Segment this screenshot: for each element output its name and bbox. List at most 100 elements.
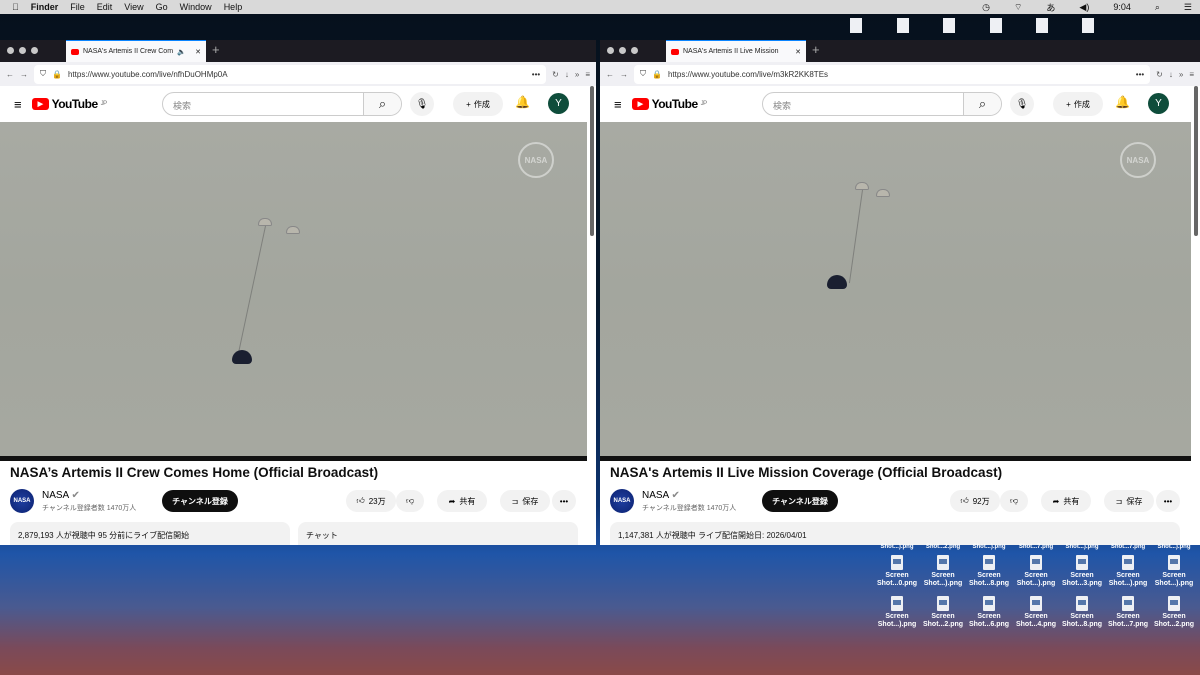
menu-file[interactable]: File [70, 2, 85, 12]
file-icon[interactable] [897, 18, 909, 33]
shield-icon[interactable]: ⛉ [40, 69, 46, 79]
file-icon[interactable] [990, 18, 1002, 33]
bell-icon[interactable]: 🔔 [1115, 95, 1130, 109]
desktop-file[interactable]: Screen Shot...0.png [874, 555, 920, 588]
channel-avatar[interactable]: NASA [10, 489, 34, 513]
menu-go[interactable]: Go [156, 2, 168, 12]
menu-help[interactable]: Help [224, 2, 243, 12]
page-actions-icon[interactable]: ••• [532, 70, 540, 79]
file-icon[interactable] [943, 18, 955, 33]
desktop-file[interactable]: Screen Shot...).png [1151, 555, 1197, 588]
save-button[interactable]: ⊐ 保存 [500, 490, 550, 512]
close-tab-icon[interactable]: ✕ [795, 48, 801, 56]
desktop-file[interactable]: Screen Shot...6.png [966, 596, 1012, 629]
downloads-icon[interactable]: ↓ [565, 70, 569, 79]
microphone-icon[interactable]: 🎙 [410, 92, 434, 116]
desktop-file-label[interactable]: Shot...).png [1151, 543, 1197, 551]
back-button[interactable]: ← [6, 70, 14, 79]
zoom-window-button[interactable] [31, 47, 38, 54]
browser-tab[interactable]: NASA's Artemis II Live Mission ✕ [666, 40, 806, 62]
file-icon[interactable] [1036, 18, 1048, 33]
channel-name[interactable]: NASA ✔ [642, 490, 680, 501]
address-bar[interactable]: ⛉ 🔒 https://www.youtube.com/live/nfhDuOHMp… [34, 64, 547, 84]
control-center-icon[interactable]: ☰ [1184, 2, 1192, 13]
dislike-button[interactable]: 👎︎ [396, 490, 424, 512]
desktop-file[interactable]: Screen Shot...).png [1013, 555, 1059, 588]
share-button[interactable]: ➦ 共有 [437, 490, 487, 512]
youtube-logo[interactable]: ▶ YouTube JP [631, 97, 707, 111]
search-icon[interactable]: ⌕ [963, 93, 1001, 115]
new-tab-button[interactable]: + [212, 42, 220, 57]
apple-menu-icon[interactable]:  [12, 2, 19, 12]
menu-edit[interactable]: Edit [97, 2, 113, 12]
subscribe-button[interactable]: チャンネル登録 [762, 490, 838, 512]
close-window-button[interactable] [7, 47, 14, 54]
close-tab-icon[interactable]: ✕ [195, 48, 201, 56]
reload-button[interactable]: ↻ [1156, 70, 1163, 79]
file-icon[interactable] [850, 18, 862, 33]
create-button[interactable]: + 作成 [1053, 92, 1103, 116]
clock[interactable]: 9:04 [1113, 2, 1131, 12]
back-button[interactable]: ← [606, 70, 614, 79]
search-input[interactable]: 検索 [163, 93, 363, 115]
hamburger-menu-icon[interactable]: ≡ [14, 97, 22, 112]
forward-button[interactable]: → [20, 70, 28, 79]
menu-view[interactable]: View [124, 2, 143, 12]
desktop-file-label[interactable]: Shot...).png [966, 543, 1012, 551]
like-button[interactable]: 👍︎ 92万 [950, 490, 1000, 512]
menu-window[interactable]: Window [180, 2, 212, 12]
time-machine-icon[interactable]: ◷ [982, 2, 990, 13]
desktop-file-label[interactable]: Shot...2.png [920, 543, 966, 551]
channel-avatar[interactable]: NASA [610, 489, 634, 513]
url-text[interactable]: https://www.youtube.com/live/m3kR2KK8TEs [668, 70, 828, 79]
more-actions-button[interactable]: ••• [552, 490, 576, 512]
hamburger-menu-icon[interactable]: ≡ [614, 97, 622, 112]
avatar[interactable]: Y [548, 93, 569, 114]
file-icon[interactable] [1082, 18, 1094, 33]
description-box[interactable]: 1,147,381 人が視聴中 ライブ配信開始日: 2026/04/01 [610, 522, 1180, 545]
window-controls[interactable] [7, 47, 38, 54]
desktop-file-label[interactable]: Shot...7.png [1013, 543, 1059, 551]
audio-icon[interactable]: 🔈 [177, 48, 186, 56]
subscribe-button[interactable]: チャンネル登録 [162, 490, 238, 512]
video-player[interactable]: NASA [0, 122, 587, 456]
forward-button[interactable]: → [620, 70, 628, 79]
scrollbar[interactable] [590, 86, 594, 236]
window-controls[interactable] [607, 47, 638, 54]
search-input[interactable]: 検索 [763, 93, 963, 115]
downloads-icon[interactable]: ↓ [1169, 70, 1173, 79]
overflow-icon[interactable]: » [1179, 70, 1183, 79]
save-button[interactable]: ⊐ 保存 [1104, 490, 1154, 512]
url-text[interactable]: https://www.youtube.com/live/nfhDuOHMp0A [68, 70, 228, 79]
description-box[interactable]: 2,879,193 人が視聴中 95 分前にライブ配信開始 [10, 522, 290, 545]
address-bar[interactable]: ⛉ 🔒 https://www.youtube.com/live/m3kR2KK8T… [634, 64, 1151, 84]
like-button[interactable]: 👍︎ 23万 [346, 490, 396, 512]
page-actions-icon[interactable]: ••• [1136, 70, 1144, 79]
desktop-file-label[interactable]: Shot...).png [1059, 543, 1105, 551]
spotlight-icon[interactable]: ⌕ [1155, 2, 1160, 13]
desktop-file[interactable]: Screen Shot...8.png [966, 555, 1012, 588]
wifi-icon[interactable]: ⌔ [1014, 2, 1022, 13]
chat-panel[interactable]: チャット [298, 522, 578, 545]
more-actions-button[interactable]: ••• [1156, 490, 1180, 512]
video-progress-bar[interactable] [600, 456, 1191, 461]
desktop-file[interactable]: Screen Shot...).png [1105, 555, 1151, 588]
menu-finder[interactable]: Finder [31, 2, 59, 12]
overflow-icon[interactable]: » [575, 70, 579, 79]
desktop-file[interactable]: Screen Shot...7.png [1105, 596, 1151, 629]
desktop-file[interactable]: Screen Shot...2.png [920, 596, 966, 629]
new-tab-button[interactable]: + [812, 42, 820, 57]
shield-icon[interactable]: ⛉ [640, 69, 646, 79]
video-progress-bar[interactable] [0, 456, 587, 461]
menu-icon[interactable]: ≡ [585, 70, 590, 79]
minimize-window-button[interactable] [619, 47, 626, 54]
channel-name[interactable]: NASA ✔ [42, 490, 80, 501]
video-player[interactable]: NASA [600, 122, 1191, 456]
bell-icon[interactable]: 🔔 [515, 95, 530, 109]
reload-button[interactable]: ↻ [552, 70, 559, 79]
input-method-icon[interactable]: あ [1046, 1, 1055, 14]
minimize-window-button[interactable] [19, 47, 26, 54]
desktop-file-label[interactable]: Shot...).png [874, 543, 920, 551]
desktop-file-label[interactable]: Shot...7.png [1105, 543, 1151, 551]
microphone-icon[interactable]: 🎙 [1010, 92, 1034, 116]
